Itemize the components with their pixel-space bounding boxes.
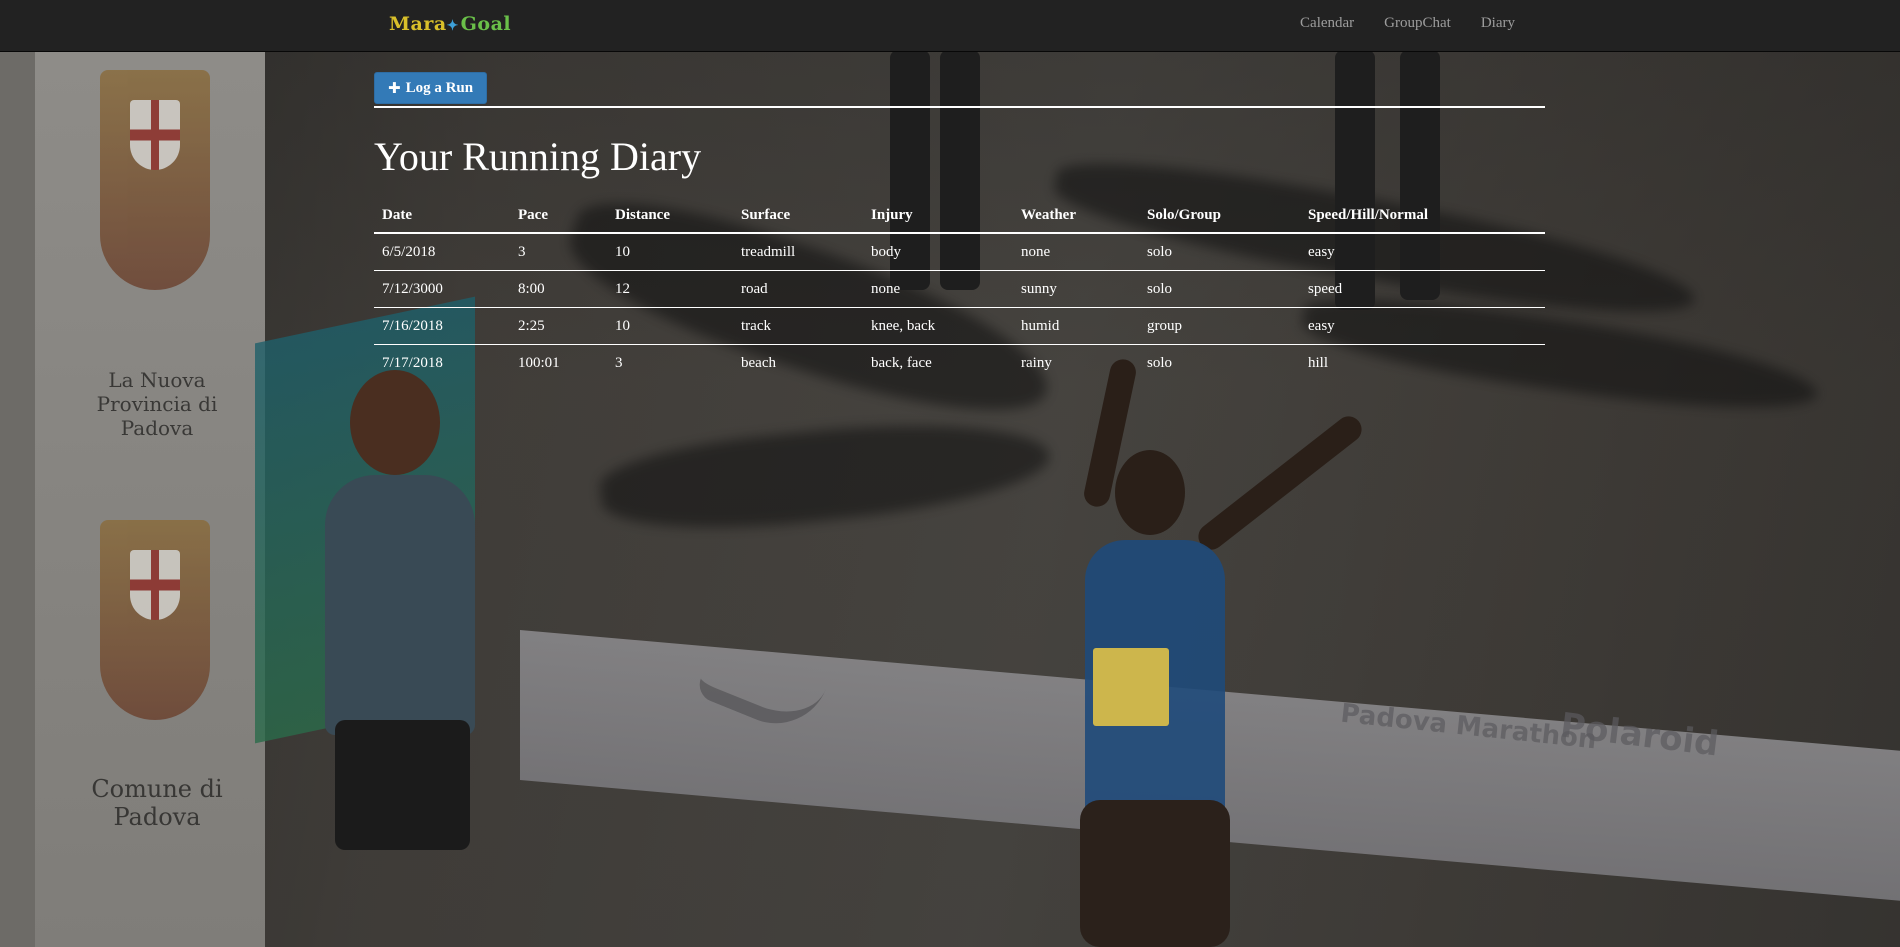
cell-date: 7/17/2018 (374, 344, 510, 381)
cell-run-type: speed (1300, 270, 1545, 308)
cell-distance: 3 (607, 344, 733, 381)
cell-run-type: easy (1300, 307, 1545, 345)
column-header-pace: Pace (510, 199, 607, 234)
page-title: Your Running Diary (374, 134, 702, 179)
table-row: 6/5/2018 3 10 treadmill body none solo e… (374, 233, 1545, 271)
cell-surface: beach (733, 344, 863, 381)
signage-text-bottom: Comune di Padova (91, 775, 223, 831)
brand-logo-part1: Mara (389, 13, 447, 35)
log-run-button[interactable]: ✚ Log a Run (374, 72, 488, 104)
cell-date: 7/12/3000 (374, 270, 510, 308)
cell-distance: 10 (615, 243, 630, 260)
cell-solo-group: solo (1139, 270, 1300, 308)
column-header-date: Date (374, 199, 510, 234)
nav-link-groupchat[interactable]: GroupChat (1384, 15, 1451, 32)
signage-text-top: La Nuova Provincia di Padova (96, 368, 218, 440)
cell-solo-group: solo (1139, 344, 1300, 381)
column-header-weather: Weather (1013, 199, 1139, 234)
cell-weather: none (1021, 243, 1051, 260)
cell-pace: 3 (518, 243, 526, 260)
cell-date: 7/16/2018 (374, 307, 510, 345)
column-header-run-type: Speed/Hill/Normal (1300, 199, 1545, 234)
nav-link-diary[interactable]: Diary (1481, 15, 1515, 32)
log-run-button-label: Log a Run (405, 79, 474, 96)
top-navbar: Mara✦Goal Calendar GroupChat Diary (0, 0, 1900, 52)
cell-weather: humid (1013, 307, 1139, 345)
cell-run-type: hill (1300, 344, 1545, 381)
table-row: 7/16/2018 2:25 10 track knee, back humid… (374, 307, 1545, 345)
cell-pace: 8:00 (510, 270, 607, 308)
cell-injury: body (871, 243, 901, 260)
cell-run-type: easy (1308, 243, 1335, 260)
nav-links: Calendar GroupChat Diary (1300, 15, 1515, 32)
nav-link-calendar[interactable]: Calendar (1300, 15, 1354, 32)
header-divider (374, 106, 1545, 108)
column-header-solo-group: Solo/Group (1139, 199, 1300, 234)
cell-surface: treadmill (741, 243, 796, 260)
table-header-row: Date Pace Distance Surface Injury Weathe… (374, 199, 1545, 234)
cell-distance: 10 (607, 307, 733, 345)
cell-injury: back, face (863, 344, 1013, 381)
cell-weather: rainy (1013, 344, 1139, 381)
brand-logo-part2: Goal (460, 13, 512, 35)
runner-icon: ✦ (446, 18, 459, 34)
running-diary-table: Date Pace Distance Surface Injury Weathe… (374, 199, 1545, 381)
cell-surface: road (733, 270, 863, 308)
cell-pace: 100:01 (510, 344, 607, 381)
cell-solo-group: solo (1147, 243, 1173, 260)
brand-logo[interactable]: Mara✦Goal (389, 13, 511, 35)
table-row: 7/17/2018 100:01 3 beach back, face rain… (374, 344, 1545, 381)
table-row: 7/12/3000 8:00 12 road none sunny solo s… (374, 270, 1545, 308)
cell-pace: 2:25 (510, 307, 607, 345)
plus-icon: ✚ (388, 79, 401, 97)
column-header-surface: Surface (733, 199, 863, 234)
cell-surface: track (733, 307, 863, 345)
cell-weather: sunny (1013, 270, 1139, 308)
background-photo: La Nuova Provincia di Padova Comune di P… (0, 0, 1900, 947)
cell-injury: knee, back (863, 307, 1013, 345)
column-header-injury: Injury (863, 199, 1013, 234)
cell-date: 6/5/2018 (382, 243, 436, 260)
column-header-distance: Distance (607, 199, 733, 234)
cell-solo-group: group (1139, 307, 1300, 345)
cell-distance: 12 (607, 270, 733, 308)
cell-injury: none (863, 270, 1013, 308)
